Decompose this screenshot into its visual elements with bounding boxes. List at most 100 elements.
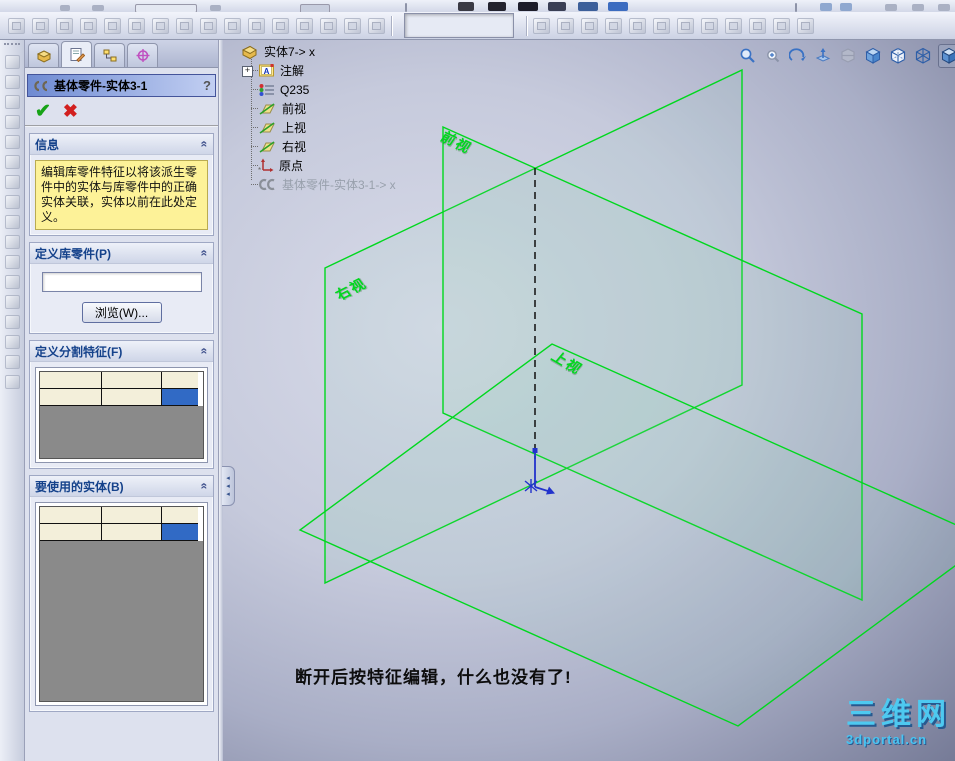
- revolve-icon[interactable]: [4, 114, 21, 130]
- table-row[interactable]: [40, 389, 203, 406]
- stack-icon[interactable]: [294, 15, 315, 37]
- derived-part-icon[interactable]: [6, 15, 27, 37]
- mirror-icon[interactable]: [4, 294, 21, 310]
- viewport-annotation-text: 断开后按特征编辑，什么也没有了!: [295, 668, 572, 687]
- annotations-folder-icon: A: [258, 63, 275, 78]
- normal-to-icon[interactable]: [813, 45, 833, 67]
- tree-item-material[interactable]: Q235: [240, 80, 470, 99]
- cavity-icon[interactable]: [366, 15, 387, 37]
- tree-item-right-plane[interactable]: 右视: [240, 137, 470, 156]
- toolbar-separator: [391, 15, 392, 36]
- ok-check-icon[interactable]: ✔: [35, 100, 51, 123]
- chamfer-tool-icon[interactable]: [4, 194, 21, 210]
- bodies-group-header[interactable]: 要使用的实体(B) «: [30, 476, 213, 497]
- tree-item-annotations[interactable]: + A 注解: [240, 61, 470, 80]
- attachment-icon[interactable]: [30, 15, 51, 37]
- library-part-path-input[interactable]: [41, 272, 202, 292]
- move-copy-icon[interactable]: [78, 15, 99, 37]
- rib-icon[interactable]: [747, 15, 768, 37]
- gears-icon[interactable]: [150, 15, 171, 37]
- chamfer-icon[interactable]: [603, 15, 624, 37]
- lofted-icon[interactable]: [4, 154, 21, 170]
- toolbar-grip[interactable]: [4, 43, 20, 48]
- wrap-icon[interactable]: [174, 15, 195, 37]
- tree-item-part[interactable]: 实体7-> x: [240, 42, 470, 61]
- tree-item-label: 基体零件-实体3-1-> x: [282, 178, 396, 192]
- rib-tool-icon[interactable]: [4, 214, 21, 230]
- draft-icon[interactable]: [651, 15, 672, 37]
- rotate-view-icon[interactable]: [788, 45, 808, 67]
- sketch-star-icon[interactable]: [198, 15, 219, 37]
- pattern-icon[interactable]: [699, 15, 720, 37]
- panel-splitter[interactable]: [219, 40, 223, 761]
- hole-wizard-icon[interactable]: [675, 15, 696, 37]
- dimension-icon[interactable]: [4, 74, 21, 90]
- fillet-icon[interactable]: [579, 15, 600, 37]
- browse-button[interactable]: 浏览(W)...: [81, 302, 162, 323]
- shaded-cube-icon[interactable]: [863, 45, 883, 67]
- hidden-lines-visible-icon[interactable]: [888, 45, 908, 67]
- extrude-icon[interactable]: [4, 94, 21, 110]
- tree-item-front-plane[interactable]: 前视: [240, 99, 470, 118]
- panel-action-bar: ✔ ✖: [25, 97, 218, 127]
- collapse-chevron-icon: «: [197, 249, 212, 257]
- dome-icon[interactable]: [723, 15, 744, 37]
- extrude-cut-icon[interactable]: [555, 15, 576, 37]
- view-orientation-icon[interactable]: [938, 44, 955, 68]
- panel-collapse-handle[interactable]: ◂ ◂ ◂: [222, 466, 235, 506]
- join-icon[interactable]: [270, 15, 291, 37]
- compare-docs-icon[interactable]: [54, 15, 75, 37]
- selected-cell[interactable]: [162, 524, 198, 541]
- table-row[interactable]: [40, 507, 203, 524]
- hole-icon[interactable]: [4, 274, 21, 290]
- split-feature-group-header[interactable]: 定义分割特征(F) «: [30, 341, 213, 362]
- table-row[interactable]: [40, 524, 203, 541]
- tree-item-label: 前视: [282, 102, 307, 116]
- mirror-part-icon[interactable]: [318, 15, 339, 37]
- configurations-tab-icon[interactable]: [94, 43, 125, 67]
- cancel-x-icon[interactable]: ✖: [63, 101, 78, 122]
- swept-icon[interactable]: [4, 134, 21, 150]
- table-row[interactable]: [40, 372, 203, 389]
- bodies-table[interactable]: [35, 502, 208, 706]
- tree-item-origin[interactable]: * 原点: [240, 156, 470, 175]
- plane-icon: [258, 102, 277, 116]
- library-part-group-header[interactable]: 定义库零件(P) «: [30, 243, 213, 264]
- selected-cell[interactable]: [162, 389, 198, 406]
- shell-icon[interactable]: [627, 15, 648, 37]
- table-empty-area: [40, 406, 203, 458]
- loft-icon[interactable]: [771, 15, 792, 37]
- tree-item-base-part[interactable]: 基体零件-实体3-1-> x: [240, 175, 470, 194]
- property-manager-tab-icon[interactable]: [61, 41, 92, 67]
- tree-item-top-plane[interactable]: 上视: [240, 118, 470, 137]
- features-tab-icon[interactable]: [28, 43, 59, 67]
- gear-pair-icon[interactable]: [222, 15, 243, 37]
- expand-plus-icon[interactable]: +: [242, 66, 253, 77]
- combine-icon[interactable]: [342, 15, 363, 37]
- dome-tool-icon[interactable]: [4, 334, 21, 350]
- section-view-icon[interactable]: [838, 45, 858, 67]
- draft-tool-icon[interactable]: [4, 254, 21, 270]
- bodies-group: 要使用的实体(B) «: [29, 475, 214, 712]
- feature-tree: 实体7-> x + A 注解 Q235 前视 上视 右视 * 原点 基体零件-实…: [240, 42, 470, 194]
- zoom-fit-icon[interactable]: [738, 45, 758, 67]
- shape-icon[interactable]: [4, 374, 21, 390]
- extrude-boss-icon[interactable]: [531, 15, 552, 37]
- toolbar-combo-box[interactable]: [404, 13, 514, 38]
- fillet-tool-icon[interactable]: [4, 174, 21, 190]
- shell-tool-icon[interactable]: [4, 234, 21, 250]
- split-feature-table[interactable]: [35, 367, 208, 463]
- revolve-icon[interactable]: [795, 15, 816, 37]
- dimxpert-tab-icon[interactable]: [127, 43, 158, 67]
- zoom-area-icon[interactable]: [763, 45, 783, 67]
- plane-icon: [258, 140, 277, 154]
- wireframe-cube-icon[interactable]: [913, 45, 933, 67]
- help-icon[interactable]: ?: [203, 78, 211, 93]
- split-part-icon[interactable]: [246, 15, 267, 37]
- info-group-header[interactable]: 信息 «: [30, 134, 213, 155]
- sketch-icon[interactable]: [4, 54, 21, 70]
- deform-icon[interactable]: [4, 354, 21, 370]
- imported-picture-icon[interactable]: [102, 15, 123, 37]
- rollback-icon[interactable]: [126, 15, 147, 37]
- pattern-tool-icon[interactable]: [4, 314, 21, 330]
